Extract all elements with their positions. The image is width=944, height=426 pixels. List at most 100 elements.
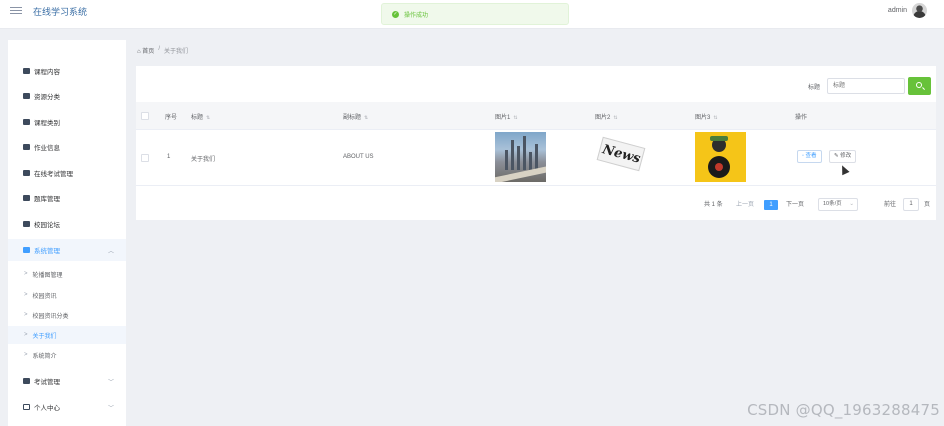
cell-subtitle: ABOUT US	[343, 154, 374, 160]
document-icon	[23, 68, 30, 74]
sidebar-item-question-bank[interactable]: 题库管理	[8, 187, 126, 209]
sidebar-item-label: 作业信息	[34, 145, 60, 152]
column-label: 副标题	[343, 115, 362, 121]
pagination-next[interactable]: 下一页	[786, 200, 804, 210]
edit-button-label: 修改	[840, 153, 852, 159]
sort-icon[interactable]: ⇅	[513, 115, 517, 121]
sidebar-item-label: 校园论坛	[34, 222, 60, 229]
home-icon: ⌂	[137, 49, 141, 55]
search-button[interactable]	[908, 77, 931, 95]
main-panel: 标题 序号 标题⇅ 副标题⇅ 图片1⇅ 图片2⇅ 图片3⇅ 操作 1 关于我们 …	[136, 66, 936, 220]
column-header-subtitle[interactable]: 副标题 ⇅	[343, 112, 368, 121]
search-input[interactable]	[827, 78, 905, 94]
column-header-title[interactable]: 标题 ⇅	[191, 112, 210, 121]
column-label: 图片1	[495, 115, 511, 121]
sidebar-item-label: 在线考试管理	[34, 171, 73, 178]
watermark: CSDN @QQ_1963288475	[747, 401, 940, 419]
page-size-select[interactable]: 10条/页 ⌄	[818, 198, 858, 211]
column-label: 标题	[191, 115, 204, 121]
row-checkbox[interactable]	[141, 154, 149, 162]
sort-icon[interactable]: ⇅	[613, 115, 617, 121]
menu-toggle-icon[interactable]	[10, 5, 24, 17]
column-header-index[interactable]: 序号	[165, 112, 177, 121]
sidebar-item-course-type[interactable]: 课程类别	[8, 111, 126, 133]
edit-button[interactable]: ✎ 修改	[829, 150, 857, 163]
column-header-actions: 操作	[795, 115, 808, 121]
column-label: 图片2	[595, 115, 611, 121]
column-header-image1[interactable]: 图片1 ⇅	[495, 112, 518, 121]
sort-icon[interactable]: ⇅	[364, 115, 368, 121]
column-label: 图片3	[695, 115, 711, 121]
sidebar-item-resource-category[interactable]: 资源分类	[8, 85, 126, 107]
select-all-checkbox[interactable]	[141, 112, 149, 120]
chevron-down-icon: ﹀	[107, 379, 114, 386]
pagination-prev[interactable]: 上一页	[736, 200, 754, 210]
sidebar-subitem-label: 校园资讯	[32, 293, 57, 300]
top-header: 在线学习系统 ✓ 操作成功 admin	[0, 0, 944, 29]
sidebar-subitem-carousel[interactable]: > 轮播图管理	[8, 265, 126, 283]
breadcrumb-home-label: 首页	[142, 49, 155, 55]
sidebar-subitem-news-category[interactable]: > 校园资讯分类	[8, 306, 126, 324]
search-icon	[916, 82, 922, 88]
sidebar-subitem-system-intro[interactable]: > 系统简介	[8, 346, 126, 364]
column-header-image3[interactable]: 图片3 ⇅	[695, 112, 718, 121]
success-toast: ✓ 操作成功	[381, 3, 569, 25]
goto-label: 前往	[884, 202, 897, 208]
sidebar-item-forum[interactable]: 校园论坛	[8, 213, 126, 235]
sidebar-item-system-management[interactable]: 系统管理 ︿	[8, 239, 126, 261]
sidebar-subitem-campus-news[interactable]: > 校园资讯	[8, 286, 126, 304]
sidebar-item-label: 系统管理	[34, 248, 60, 255]
monitor-icon	[23, 378, 30, 384]
sidebar-item-online-exam[interactable]: 在线考试管理	[8, 162, 126, 184]
folder-icon	[23, 93, 30, 99]
sidebar-item-personal-center[interactable]: 个人中心 ﹀	[8, 396, 126, 418]
page-size-value: 10条/页	[823, 201, 842, 207]
column-header-image2[interactable]: 图片2 ⇅	[595, 112, 618, 121]
sidebar-item-label: 题库管理	[34, 196, 60, 203]
chevron-right-icon: >	[24, 312, 28, 318]
sidebar-item-label: 考试管理	[34, 379, 60, 386]
column-label: 序号	[165, 115, 178, 121]
search-label: 标题	[808, 85, 821, 91]
grid-icon	[23, 221, 30, 227]
sidebar-item-homework[interactable]: 作业信息	[8, 136, 126, 158]
grid-icon	[23, 119, 30, 125]
breadcrumb: ⌂ 首页 / 关于我们	[137, 46, 188, 55]
breadcrumb-home[interactable]: ⌂ 首页	[137, 46, 154, 55]
grid-icon	[23, 170, 30, 176]
goto-page-input[interactable]: 1	[903, 198, 919, 211]
chevron-up-icon: ︿	[107, 248, 114, 255]
table-row: 1 关于我们 ABOUT US News ◦ 查看 ✎ 修改	[136, 130, 936, 186]
sidebar-subitem-about-us[interactable]: > 关于我们	[8, 326, 126, 344]
avatar[interactable]	[912, 3, 927, 18]
grid-icon	[23, 144, 30, 150]
user-menu[interactable]: admin	[888, 3, 927, 18]
sidebar-item-course-content[interactable]: 课程内容	[8, 60, 126, 82]
check-circle-icon: ✓	[392, 10, 399, 18]
breadcrumb-separator: /	[158, 46, 160, 52]
sidebar-item-label: 课程内容	[34, 69, 60, 76]
chevron-down-icon: ﹀	[107, 405, 114, 412]
chevron-right-icon: >	[24, 352, 28, 358]
view-button[interactable]: ◦ 查看	[797, 150, 822, 163]
image2-thumbnail[interactable]: News	[595, 132, 646, 182]
pagination-page-current[interactable]: 1	[764, 200, 778, 210]
cell-title: 关于我们	[191, 157, 216, 163]
sort-icon[interactable]: ⇅	[206, 115, 210, 121]
chevron-right-icon: >	[24, 332, 28, 338]
chevron-right-icon: >	[24, 271, 28, 277]
sidebar: 课程内容 资源分类 课程类别 作业信息 在线考试管理 题库管理 校园论坛 系统管…	[8, 40, 126, 426]
sort-icon[interactable]: ⇅	[713, 115, 717, 121]
sidebar-item-label: 资源分类	[34, 94, 60, 101]
goto-suffix: 页	[924, 202, 931, 208]
cell-index: 1	[167, 154, 171, 160]
pagination-total: 共 1 条	[704, 202, 723, 208]
sidebar-subitem-label: 校园资讯分类	[32, 313, 69, 320]
sidebar-subitem-label: 轮播图管理	[32, 272, 63, 279]
image1-thumbnail[interactable]	[495, 132, 546, 182]
app-title: 在线学习系统	[33, 7, 88, 17]
user-name[interactable]: admin	[888, 7, 907, 14]
toast-message: 操作成功	[404, 12, 429, 19]
sidebar-item-exam-management[interactable]: 考试管理 ﹀	[8, 370, 126, 392]
image3-thumbnail[interactable]	[695, 132, 746, 182]
